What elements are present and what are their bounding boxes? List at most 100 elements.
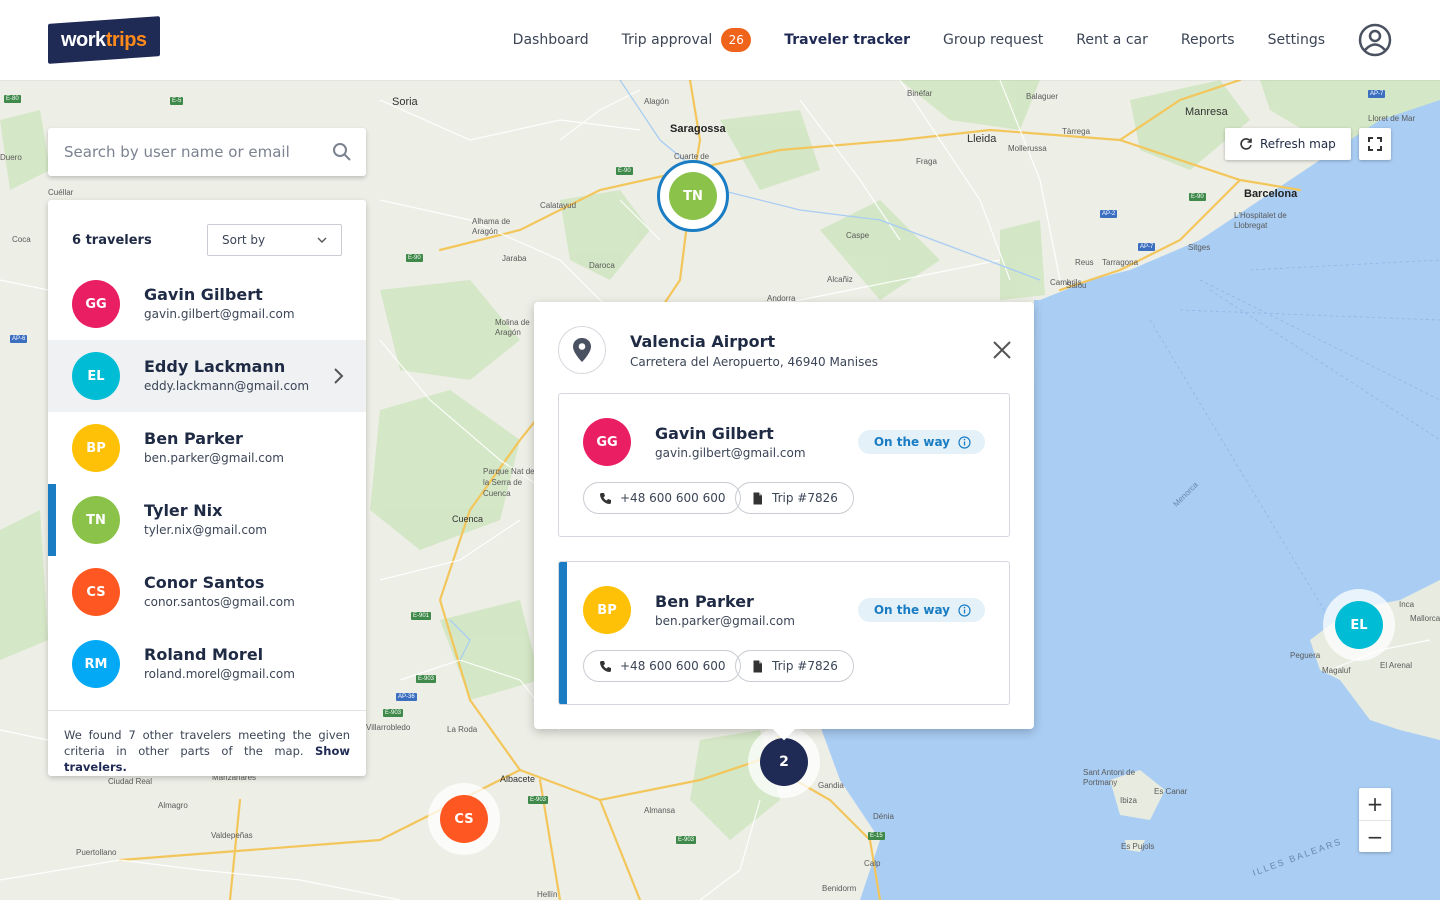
traveler-card-name: Gavin Gilbert: [655, 424, 774, 443]
search-input[interactable]: [64, 143, 324, 161]
nav-settings[interactable]: Settings: [1268, 32, 1325, 48]
selected-indicator: [559, 562, 567, 704]
traveler-card-email: ben.parker@gmail.com: [655, 614, 795, 628]
document-icon: [753, 660, 762, 672]
nav-dashboard[interactable]: Dashboard: [513, 32, 589, 48]
status-label: On the way: [873, 603, 950, 617]
phone-number: +48 600 600 600: [620, 659, 726, 673]
road-shield: E-5: [170, 97, 184, 105]
map-label-alcaniz: Alcañiz: [827, 275, 853, 284]
traveler-info: Conor Santos conor.santos@gmail.com: [144, 573, 295, 611]
map-marker-eddy-lackmann[interactable]: EL: [1323, 589, 1395, 661]
nav-trip-approval-label: Trip approval: [621, 32, 713, 48]
phone-icon: [600, 492, 611, 504]
nav-dashboard-label: Dashboard: [512, 32, 589, 48]
map-marker-avatar: TN: [669, 172, 717, 220]
traveler-info: Roland Morel roland.morel@gmail.com: [144, 645, 295, 683]
sort-dropdown[interactable]: Sort by: [207, 224, 342, 256]
map-label-reus: Reus: [1075, 258, 1094, 267]
map-label-inca: Inca: [1399, 600, 1415, 609]
trip-chip[interactable]: Trip #7826: [735, 482, 854, 514]
avatar: GG: [72, 280, 120, 328]
zoom-controls: + −: [1359, 788, 1391, 852]
user-circle-icon[interactable]: [1358, 23, 1392, 57]
road-shield: E-903: [528, 796, 549, 804]
road-shield: E-903: [383, 709, 404, 717]
refresh-icon: [1240, 138, 1252, 150]
search-box: [48, 128, 366, 176]
nav-settings-label: Settings: [1267, 32, 1325, 48]
phone-icon: [600, 660, 611, 672]
map-label-sitges: Sitges: [1188, 243, 1211, 252]
map-label-lloret: Lloret de Mar: [1368, 114, 1416, 123]
nav-group-request-label: Group request: [942, 32, 1044, 48]
nav-group-request[interactable]: Group request: [943, 32, 1043, 48]
map-label-alagon: Alagón: [644, 97, 669, 106]
nav-traveler-tracker[interactable]: Traveler tracker: [784, 32, 910, 48]
map-label-peguera: Peguera: [1290, 651, 1321, 660]
phone-chip[interactable]: +48 600 600 600: [583, 482, 742, 514]
avatar: RM: [72, 640, 120, 688]
map-label-tarragona: Tarragona: [1102, 258, 1139, 267]
nav-reports[interactable]: Reports: [1181, 32, 1235, 48]
road-shield: E-90: [406, 254, 423, 262]
zoom-out-button[interactable]: −: [1359, 820, 1391, 852]
refresh-map-label: Refresh map: [1260, 137, 1336, 151]
traveler-list-item[interactable]: EL Eddy Lackmann eddy.lackmann@gmail.com: [48, 340, 366, 412]
map-label-lleida: Lleida: [967, 133, 997, 145]
traveler-card-selected[interactable]: BP Ben Parker ben.parker@gmail.com On th…: [558, 561, 1010, 705]
travelers-panel: 6 travelers Sort by GG Gavin Gilbert gav…: [48, 200, 366, 776]
map-label-calatayud: Calatayud: [540, 201, 577, 210]
map-label-cuenca: Cuenca: [452, 514, 484, 524]
traveler-list-item[interactable]: BP Ben Parker ben.parker@gmail.com: [48, 412, 366, 484]
nav-rent-a-car[interactable]: Rent a car: [1076, 32, 1148, 48]
nav-trip-approval[interactable]: Trip approval 26: [622, 28, 752, 52]
other-travelers-text: We found 7 other travelers meeting the g…: [64, 728, 350, 758]
map-marker-avatar: EL: [1335, 601, 1383, 649]
map-label-jaraba: Jaraba: [502, 254, 527, 263]
traveler-list-item[interactable]: RM Roland Morel roland.morel@gmail.com: [48, 628, 366, 700]
map-label-magaluf: Magaluf: [1322, 666, 1351, 675]
road-shield: AP-6: [10, 335, 28, 343]
map-label-soria: Soria: [392, 96, 418, 108]
traveler-list-item[interactable]: CS Conor Santos conor.santos@gmail.com: [48, 556, 366, 628]
map-marker-conor-santos[interactable]: CS: [428, 783, 500, 855]
phone-chip[interactable]: +48 600 600 600: [583, 650, 742, 682]
status-badge[interactable]: On the way: [857, 430, 985, 454]
refresh-map-button[interactable]: Refresh map: [1225, 128, 1351, 160]
selected-indicator: [48, 484, 56, 556]
map-marker-tyler-nix[interactable]: TN: [657, 160, 729, 232]
chevron-right-icon[interactable]: [332, 366, 346, 386]
status-badge[interactable]: On the way: [857, 598, 985, 622]
traveler-email: tyler.nix@gmail.com: [144, 523, 267, 537]
map-label-coca: Coca: [12, 235, 31, 244]
traveler-email: gavin.gilbert@gmail.com: [144, 307, 295, 321]
traveler-list-item[interactable]: GG Gavin Gilbert gavin.gilbert@gmail.com: [48, 268, 366, 340]
search-icon[interactable]: [332, 142, 352, 162]
close-icon[interactable]: [992, 340, 1012, 360]
traveler-card[interactable]: GG Gavin Gilbert gavin.gilbert@gmail.com…: [558, 393, 1010, 537]
road-shield: E-901: [411, 612, 432, 620]
fullscreen-icon: [1368, 137, 1382, 151]
trip-chip[interactable]: Trip #7826: [735, 650, 854, 682]
map-marker-avatar: CS: [440, 795, 488, 843]
sort-dropdown-label: Sort by: [222, 233, 266, 247]
map-label-es-pujols: Es Pujols: [1121, 842, 1155, 851]
traveler-info: Eddy Lackmann eddy.lackmann@gmail.com: [144, 357, 309, 395]
logo-text-accent: trips: [105, 28, 147, 51]
zoom-in-button[interactable]: +: [1359, 788, 1391, 820]
fullscreen-button[interactable]: [1359, 128, 1391, 160]
travelers-count: 6 travelers: [72, 232, 152, 248]
top-header: worktrips Dashboard Trip approval 26 Trav…: [0, 0, 1440, 80]
map-label-calp: Calp: [864, 859, 881, 868]
map-label-albacete: Albacete: [500, 774, 536, 784]
map-label-alhama: Alhama de Aragón: [472, 217, 511, 236]
worktrips-logo[interactable]: worktrips: [48, 16, 160, 64]
trip-number: Trip #7826: [772, 659, 838, 673]
avatar: BP: [583, 586, 631, 634]
map-label-villarrobledo: Villarrobledo: [366, 723, 411, 732]
traveler-list-item-selected[interactable]: TN Tyler Nix tyler.nix@gmail.com: [48, 484, 366, 556]
map-label-denia: Dénia: [873, 812, 894, 821]
phone-number: +48 600 600 600: [620, 491, 726, 505]
map-label-manresa: Manresa: [1185, 106, 1228, 118]
